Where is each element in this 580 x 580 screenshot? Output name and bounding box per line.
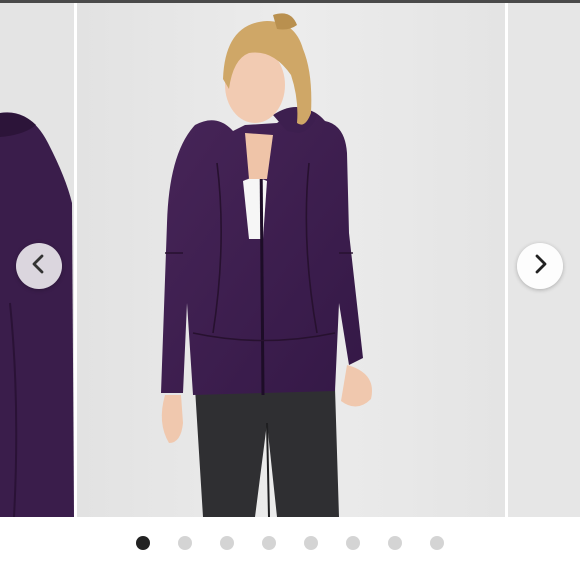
pagination-dot[interactable] [262, 536, 276, 550]
pagination-dot[interactable] [388, 536, 402, 550]
carousel-next-button[interactable] [517, 243, 563, 289]
pagination-dot[interactable] [430, 536, 444, 550]
pagination-dot[interactable] [178, 536, 192, 550]
carousel-prev-button[interactable] [16, 243, 62, 289]
pagination-dot[interactable] [304, 536, 318, 550]
product-image-carousel[interactable] [0, 3, 580, 517]
pagination-dot[interactable] [346, 536, 360, 550]
main-slide-image[interactable] [77, 3, 505, 517]
chevron-right-icon [528, 252, 552, 281]
pagination-dot[interactable] [136, 536, 150, 550]
carousel-pagination [0, 530, 580, 556]
pagination-dot[interactable] [220, 536, 234, 550]
chevron-left-icon [27, 252, 51, 281]
